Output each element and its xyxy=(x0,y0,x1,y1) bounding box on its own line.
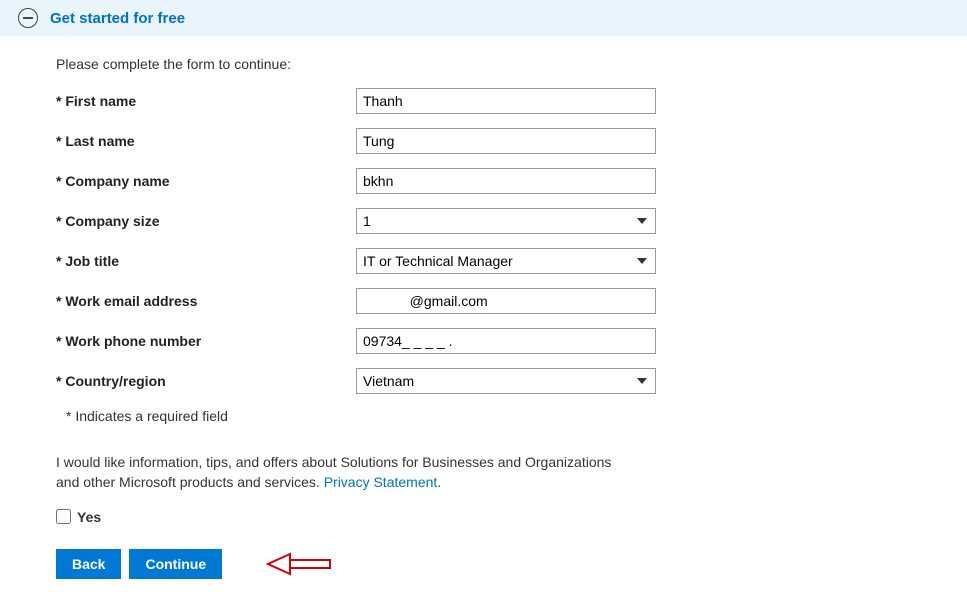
label-work-email: * Work email address xyxy=(56,293,356,309)
section-header: Get started for free xyxy=(0,0,967,36)
label-first-name: * First name xyxy=(56,93,356,109)
form-intro: Please complete the form to continue: xyxy=(56,56,949,72)
label-last-name: * Last name xyxy=(56,133,356,149)
row-work-phone: * Work phone number xyxy=(56,328,949,354)
label-company-name: * Company name xyxy=(56,173,356,189)
row-company-name: * Company name xyxy=(56,168,949,194)
row-country: * Country/region Vietnam xyxy=(56,368,949,394)
row-job-title: * Job title IT or Technical Manager xyxy=(56,248,949,274)
label-country: * Country/region xyxy=(56,373,356,389)
select-company-size[interactable]: 1 xyxy=(356,208,656,234)
consent-checkbox-row[interactable]: Yes xyxy=(56,509,949,525)
consent-text: I would like information, tips, and offe… xyxy=(56,452,616,493)
input-work-phone[interactable] xyxy=(356,328,656,354)
input-first-name[interactable] xyxy=(356,88,656,114)
row-company-size: * Company size 1 xyxy=(56,208,949,234)
label-work-phone: * Work phone number xyxy=(56,333,356,349)
consent-checkbox-label: Yes xyxy=(77,509,101,525)
input-company-name[interactable] xyxy=(356,168,656,194)
form-content: Please complete the form to continue: * … xyxy=(0,36,967,609)
label-job-title: * Job title xyxy=(56,253,356,269)
back-button[interactable]: Back xyxy=(56,549,121,579)
select-job-title[interactable]: IT or Technical Manager xyxy=(356,248,656,274)
continue-button[interactable]: Continue xyxy=(129,549,222,579)
select-country[interactable]: Vietnam xyxy=(356,368,656,394)
required-field-note: * Indicates a required field xyxy=(56,408,949,424)
privacy-statement-link[interactable]: Privacy Statement xyxy=(324,474,438,490)
input-last-name[interactable] xyxy=(356,128,656,154)
collapse-icon[interactable] xyxy=(18,8,38,28)
row-last-name: * Last name xyxy=(56,128,949,154)
row-first-name: * First name xyxy=(56,88,949,114)
section-title: Get started for free xyxy=(50,10,185,27)
consent-checkbox[interactable] xyxy=(56,509,71,524)
button-row: Back Continue xyxy=(56,549,949,579)
input-work-email[interactable] xyxy=(356,288,656,314)
row-work-email: * Work email address xyxy=(56,288,949,314)
arrow-annotation-icon xyxy=(250,550,332,578)
label-company-size: * Company size xyxy=(56,213,356,229)
